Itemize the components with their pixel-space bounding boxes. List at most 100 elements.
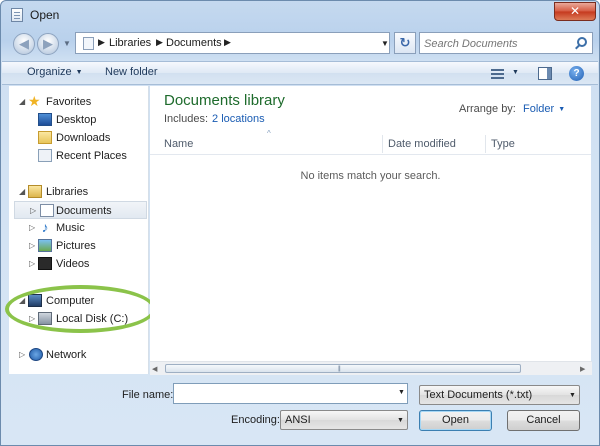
encoding-value: ANSI	[285, 414, 311, 426]
horizontal-scrollbar[interactable]: ◀ ||| ▶	[150, 361, 592, 375]
help-icon[interactable]: ?	[569, 66, 584, 81]
file-name-input[interactable]	[178, 386, 378, 401]
chevron-down-icon: ▼	[558, 106, 566, 113]
nav-item-videos[interactable]: ▷ Videos	[9, 255, 147, 273]
breadcrumb-libraries[interactable]: Libraries	[109, 37, 151, 49]
grip-icon: |||	[338, 366, 341, 372]
arrange-by-value: Folder	[523, 103, 555, 115]
nav-label: Downloads	[56, 132, 111, 144]
chevron-down-icon: ▼	[75, 69, 83, 76]
back-arrow-icon: ◀	[19, 36, 29, 51]
view-options-dropdown[interactable]: ▼	[512, 69, 519, 76]
nav-label: Recent Places	[56, 150, 127, 162]
recent-pages-dropdown[interactable]: ▼	[63, 39, 71, 48]
file-list-pane[interactable]: Documents library Includes: 2 locations A…	[150, 86, 591, 374]
nav-item-recent-places[interactable]: Recent Places	[9, 147, 147, 165]
sort-ascending-icon: ^	[267, 129, 271, 138]
expander-collapsed-icon[interactable]: ▷	[30, 206, 36, 215]
chevron-down-icon: ▼	[569, 392, 576, 399]
expander-collapsed-icon[interactable]: ▷	[19, 350, 25, 359]
organize-button[interactable]: Organize ▼	[27, 66, 83, 78]
nav-label: Pictures	[56, 240, 96, 252]
nav-label: Documents	[56, 205, 112, 217]
expander-collapsed-icon[interactable]: ▷	[29, 241, 35, 250]
highlight-annotation-circle	[5, 285, 156, 333]
video-filmstrip-icon	[38, 257, 52, 270]
nav-item-favorites[interactable]: ◢ ★ Favorites	[9, 93, 147, 111]
close-button[interactable]: ✕	[554, 2, 596, 21]
search-icon[interactable]	[577, 37, 587, 47]
forward-button[interactable]: ▶	[37, 33, 59, 55]
title-bar: Open ✕	[1, 1, 599, 29]
breadcrumb-documents[interactable]: Documents	[166, 37, 222, 49]
preview-pane-icon[interactable]	[538, 67, 552, 80]
open-dialog-window: Open ✕ ◀ ▶ ▼ ▶ Libraries ▶ Documents ▶ ▼…	[0, 0, 600, 446]
breadcrumb-separator[interactable]: ▶	[98, 37, 105, 48]
nav-label: Favorites	[46, 96, 92, 108]
new-folder-button[interactable]: New folder	[105, 66, 158, 78]
library-title: Documents library	[164, 92, 285, 109]
arrange-by-dropdown[interactable]: Folder ▼	[523, 103, 565, 115]
encoding-label: Encoding:	[231, 414, 280, 426]
empty-results-message: No items match your search.	[300, 170, 441, 182]
scrollbar-thumb[interactable]: |||	[165, 364, 521, 373]
window-title: Open	[30, 8, 60, 22]
nav-item-libraries[interactable]: ◢ Libraries	[9, 183, 147, 201]
expander-expanded-icon[interactable]: ◢	[19, 97, 25, 106]
nav-item-downloads[interactable]: Downloads	[9, 129, 147, 147]
address-bar[interactable]: ▶ Libraries ▶ Documents ▶ ▼	[75, 32, 390, 54]
refresh-button[interactable]: ↻	[394, 32, 416, 54]
back-button[interactable]: ◀	[13, 33, 35, 55]
forward-arrow-icon: ▶	[43, 36, 53, 51]
network-globe-icon	[29, 348, 43, 361]
breadcrumb-separator[interactable]: ▶	[224, 37, 231, 48]
breadcrumb-separator[interactable]: ▶	[156, 37, 163, 48]
scroll-right-arrow-icon[interactable]: ▶	[580, 365, 585, 373]
downloads-folder-icon	[38, 131, 52, 144]
file-type-select[interactable]: Text Documents (*.txt) ▼	[419, 385, 580, 405]
file-name-label: File name:	[122, 389, 174, 401]
open-button[interactable]: Open	[419, 410, 492, 431]
locations-link[interactable]: 2 locations	[212, 113, 265, 125]
arrange-by-label: Arrange by:	[459, 103, 516, 115]
scroll-left-arrow-icon[interactable]: ◀	[152, 365, 157, 373]
nav-label: Network	[46, 349, 87, 361]
expander-collapsed-icon[interactable]: ▷	[29, 223, 35, 232]
search-input[interactable]	[424, 36, 572, 51]
encoding-select[interactable]: ANSI ▼	[280, 410, 408, 430]
nav-item-music[interactable]: ▷ ♪ Music	[9, 219, 147, 237]
column-divider[interactable]	[485, 135, 486, 153]
pictures-icon	[38, 239, 52, 252]
library-includes: Includes: 2 locations	[164, 113, 265, 125]
chevron-down-icon[interactable]: ▼	[398, 389, 405, 396]
nav-label: Desktop	[56, 114, 97, 126]
library-location-icon	[83, 37, 94, 50]
desktop-icon	[38, 113, 52, 126]
nav-label: Libraries	[46, 186, 89, 198]
nav-item-network[interactable]: ▷ Network	[9, 346, 147, 364]
nav-label: Videos	[56, 258, 90, 270]
address-history-dropdown[interactable]: ▼	[381, 39, 389, 48]
documents-icon	[40, 204, 54, 217]
expander-collapsed-icon[interactable]: ▷	[29, 259, 35, 268]
organize-label: Organize	[27, 66, 72, 78]
libraries-icon	[28, 185, 42, 198]
column-header-type[interactable]: Type	[491, 138, 515, 150]
music-note-icon: ♪	[41, 219, 49, 235]
favorites-star-icon: ★	[28, 93, 41, 109]
expander-expanded-icon[interactable]: ◢	[19, 187, 25, 196]
cancel-button[interactable]: Cancel	[507, 410, 580, 431]
command-toolbar: Organize ▼ New folder ▼ ?	[2, 61, 598, 85]
chevron-down-icon: ▼	[397, 417, 404, 424]
column-header-name[interactable]: Name	[164, 138, 193, 150]
change-view-icon[interactable]	[491, 69, 504, 79]
nav-item-pictures[interactable]: ▷ Pictures	[9, 237, 147, 255]
column-header-date-modified[interactable]: Date modified	[388, 138, 456, 150]
nav-label: Music	[56, 222, 85, 234]
file-name-combobox[interactable]: ▼	[173, 383, 408, 404]
search-box[interactable]	[419, 32, 593, 54]
nav-item-documents[interactable]: ▷ Documents	[14, 201, 147, 219]
nav-item-desktop[interactable]: Desktop	[9, 111, 147, 129]
column-header-row: ^ Name Date modified Type	[150, 129, 591, 155]
column-divider[interactable]	[382, 135, 383, 153]
